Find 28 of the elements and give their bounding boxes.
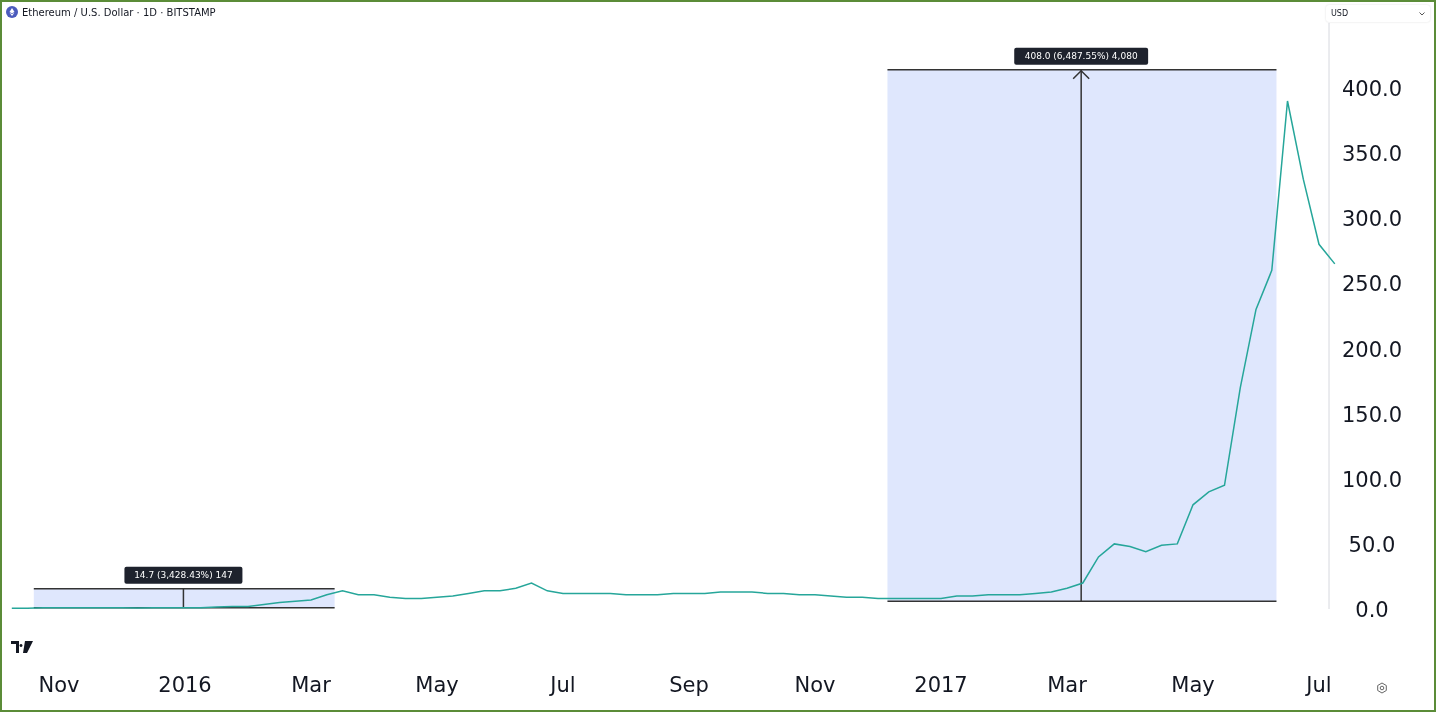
y-axis-label: 300.0 (1341, 207, 1403, 232)
x-axis-label: Mar (1047, 673, 1087, 697)
x-axis-label: Jul (1306, 673, 1332, 697)
currency-select[interactable]: USD (1326, 5, 1430, 22)
y-axis-label: 350.0 (1341, 142, 1403, 167)
logo-icon (11, 641, 33, 653)
y-axis-label: 0.0 (1355, 598, 1389, 622)
x-axis-label: Nov (794, 673, 836, 697)
y-axis-label: 50.0 (1348, 532, 1396, 557)
x-axis-label: May (415, 673, 459, 697)
y-axis-label: 200.0 (1341, 337, 1403, 362)
settings-icon[interactable] (1376, 682, 1388, 694)
x-axis-label: Sep (669, 673, 709, 697)
x-axis-label: Jul (550, 673, 576, 697)
caret-icon (1419, 11, 1425, 16)
x-axis-label: May (1171, 673, 1215, 697)
y-axis-label: 150.0 (1341, 402, 1403, 427)
measure-label: 408.0 (6,487.55%) 4,080 (1014, 47, 1149, 65)
y-axis-label: 400.0 (1341, 77, 1403, 101)
x-axis-label: 2017 (914, 673, 968, 697)
measure-label: 14.7 (3,428.43%) 147 (124, 566, 243, 584)
x-axis-label: Mar (291, 673, 331, 697)
y-axis-label: 100.0 (1341, 467, 1403, 492)
coin-icon (6, 6, 18, 18)
x-axis-label: Nov (38, 673, 80, 697)
x-axis-label: 2016 (158, 673, 212, 697)
symbol-title: Ethereum / U.S. Dollar · 1D · BITSTAMP (22, 6, 216, 18)
y-axis-label: 250.0 (1341, 272, 1403, 297)
